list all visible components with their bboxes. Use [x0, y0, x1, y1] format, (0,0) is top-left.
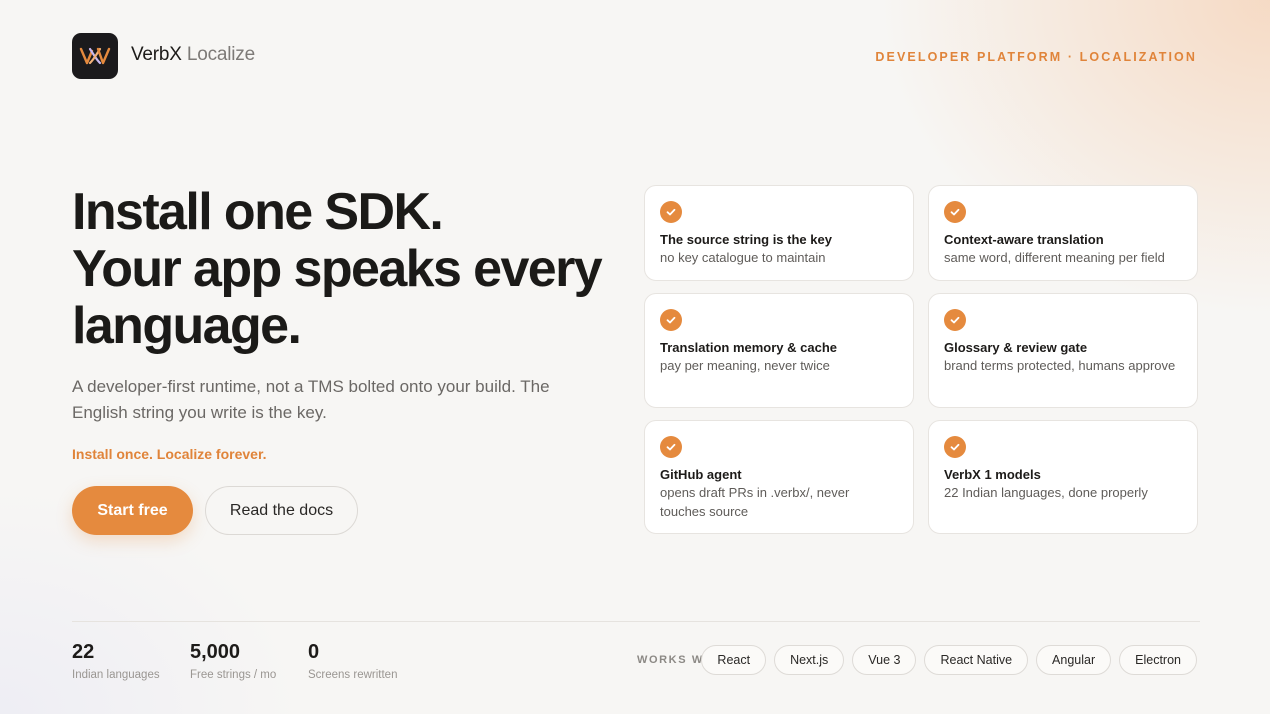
hero-headline: Install one SDK. Your app speaks every l… [72, 184, 612, 355]
feature-desc: 22 Indian languages, done properly [944, 485, 1148, 500]
feature-desc: opens draft PRs in .verbx/, never touche… [660, 485, 850, 519]
feature-card: VerbX 1 models 22 Indian languages, done… [928, 420, 1198, 534]
framework-chip-electron[interactable]: Electron [1119, 645, 1197, 675]
check-icon [944, 309, 966, 331]
stat-label: Indian languages [72, 669, 160, 681]
hero-subcopy: A developer-first runtime, not a TMS bol… [72, 377, 550, 422]
feature-card: The source string is the key no key cata… [644, 185, 914, 281]
framework-chip-nextjs[interactable]: Next.js [774, 645, 845, 675]
feature-card: GitHub agent opens draft PRs in .verbx/,… [644, 420, 914, 534]
stat-free-strings: 5,000 Free strings / mo [190, 640, 276, 681]
feature-desc: pay per meaning, never twice [660, 358, 830, 373]
stat-label: Screens rewritten [308, 669, 398, 681]
brand-name[interactable]: VerbX Localize [131, 44, 255, 66]
stat-indian-languages: 22 Indian languages [72, 640, 160, 681]
verbx-logo-icon [79, 47, 111, 65]
brand-primary: VerbX [131, 44, 182, 65]
feature-title: The source string is the key [660, 232, 832, 247]
framework-chip-angular[interactable]: Angular [1036, 645, 1112, 675]
feature-title: GitHub agent [660, 467, 742, 482]
read-docs-button[interactable]: Read the docs [205, 486, 358, 535]
start-free-button[interactable]: Start free [72, 486, 193, 535]
check-icon [660, 436, 682, 458]
stat-value: 5,000 [190, 641, 241, 663]
headline-line-1: Install one SDK. [72, 183, 444, 241]
headline-line-2: Your app speaks every [72, 240, 603, 298]
check-icon [660, 309, 682, 331]
brand-secondary: Localize [186, 44, 255, 65]
feature-title: Glossary & review gate [944, 340, 1088, 355]
feature-card: Glossary & review gate brand terms prote… [928, 293, 1198, 408]
framework-chip-vue[interactable]: Vue 3 [852, 645, 917, 675]
headline-line-3: language. [72, 297, 302, 355]
stat-label: Free strings / mo [190, 669, 277, 681]
feature-card: Context-aware translation same word, dif… [928, 185, 1198, 281]
feature-title: VerbX 1 models [944, 467, 1041, 482]
feature-desc: no key catalogue to maintain [660, 250, 826, 265]
features-grid: The source string is the key no key cata… [644, 185, 1198, 535]
feature-desc: same word, different meaning per field [944, 250, 1165, 265]
feature-title: Context-aware translation [944, 232, 1104, 247]
hero-tagline: Install once. Localize forever. [72, 446, 267, 462]
header-eyebrow: DEVELOPER PLATFORM · LOCALIZATION [875, 50, 1197, 64]
check-icon [660, 201, 682, 223]
footer-divider [72, 621, 1200, 622]
feature-desc: brand terms protected, humans approve [944, 358, 1176, 373]
framework-chips: React Next.js Vue 3 React Native Angular… [701, 645, 1197, 675]
feature-title: Translation memory & cache [660, 340, 838, 355]
stat-value: 22 [72, 641, 95, 663]
check-icon [944, 201, 966, 223]
feature-card: Translation memory & cache pay per meani… [644, 293, 914, 408]
check-icon [944, 436, 966, 458]
stat-value: 0 [308, 641, 320, 663]
framework-chip-react-native[interactable]: React Native [924, 645, 1029, 675]
framework-chip-react[interactable]: React [701, 645, 767, 675]
stat-screens-rewritten: 0 Screens rewritten [308, 640, 397, 681]
brand-logo[interactable] [72, 33, 118, 79]
